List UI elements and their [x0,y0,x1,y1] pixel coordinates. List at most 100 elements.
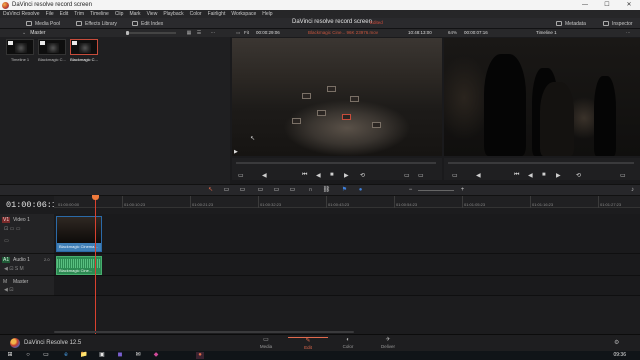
menu-workspace[interactable]: Workspace [231,11,256,17]
replace-clip-icon[interactable]: ▭ [288,187,297,194]
marker-icon[interactable]: ● [356,187,365,194]
settings-gear-icon[interactable]: ⚙ [614,339,619,346]
fullscreen-icon[interactable]: ▭ [620,172,626,179]
menu-trim[interactable]: Trim [74,11,84,17]
page-deliver-tab[interactable]: ✈ Deliver [368,337,408,349]
folder-chevron-icon[interactable]: ⌄ [22,30,26,36]
flag-icon[interactable]: ⚑ [340,187,349,194]
menu-view[interactable]: View [147,11,158,17]
mark-out-icon[interactable]: ▭ [418,172,424,179]
viewer-mode-icon[interactable]: ▭ [238,172,244,179]
viewer-options-icon[interactable]: ▭ [236,30,240,36]
jog-left-button[interactable]: ⏮ [302,172,307,179]
audio-icon[interactable]: ◀ [476,172,481,179]
zoom-in-icon[interactable]: + [458,187,467,194]
zoom-level[interactable]: 64% [448,30,457,35]
viewer-menu-icon[interactable]: ⋯ [626,30,631,36]
insert-clip-icon[interactable]: ▭ [256,187,265,194]
start-button-icon[interactable]: ⊞ [6,352,14,359]
media-pool-button[interactable]: Media Pool [26,19,60,28]
page-edit-tab[interactable]: ✎ Edit [288,337,328,350]
timeline-scrollbar[interactable] [54,331,354,333]
search-icon[interactable]: ○ [24,352,32,359]
premiere-icon[interactable]: ◼ [116,352,124,359]
timeline-jog-left-button[interactable]: ⏮ [514,172,519,179]
playhead[interactable] [92,195,99,334]
trim-tool-icon[interactable]: ▭ [222,187,231,194]
overwrite-clip-icon[interactable]: ▭ [272,187,281,194]
master-mute-icon[interactable]: ◀ ⊡ [4,287,13,293]
timeline-zoom-slider[interactable] [418,190,454,191]
zoom-out-icon[interactable]: − [406,187,415,194]
menu-clip[interactable]: Clip [115,11,124,17]
master-folder-label[interactable]: Master [30,30,45,36]
source-clip-name[interactable]: Blackmagic Cine... 96K 23976.mov [308,30,378,35]
timeline-name-dropdown[interactable]: Timeline 1 [536,30,557,35]
edge-browser-icon[interactable]: e [62,352,70,359]
timeline-play-button[interactable]: ▶ [556,172,561,179]
video-track-lane[interactable]: Blackmagic Cinema... [54,214,640,254]
inspector-button[interactable]: Inspector [603,19,633,28]
options-icon[interactable]: ⋯ [210,30,216,36]
edit-index-button[interactable]: Edit Index [132,19,163,28]
menu-file[interactable]: File [46,11,54,17]
task-view-icon[interactable]: ▭ [42,352,50,359]
stop-button[interactable]: ■ [330,172,334,178]
menu-edit[interactable]: Edit [60,11,69,17]
track-mute-icon[interactable]: ◀ ⊡ S M [4,266,24,272]
track-lock-icon[interactable]: ⊡ ▭ ▭ [4,226,20,232]
effects-library-button[interactable]: Effects Library [76,19,117,28]
selection-tool-icon[interactable]: ↖ [206,187,215,194]
menu-davinci[interactable]: DaVinci Resolve [3,11,40,17]
metadata-button[interactable]: Metadata [556,19,586,28]
video-track-header[interactable]: V1 Video 1 ⊡ ▭ ▭ ▭ [0,214,54,254]
maximize-button[interactable]: ☐ [596,0,618,10]
media-clip-selected[interactable]: Blackmagic C... [70,39,98,62]
track-id: V1 [2,217,11,223]
master-track-header[interactable]: M Master ◀ ⊡ [0,276,54,296]
timeline-viewer[interactable] [444,38,640,156]
snapping-icon[interactable]: ∩ [306,187,315,194]
timeline-stop-button[interactable]: ■ [542,172,546,178]
thumbnail-size-slider[interactable] [126,31,176,35]
audio-track-lane[interactable]: Blackmagic Cine... [54,254,640,276]
menu-timeline[interactable]: Timeline [90,11,109,17]
source-viewer[interactable]: ↖ ▶ [232,38,442,156]
timeline-scrub-bar[interactable] [448,162,634,164]
music-note-icon[interactable]: ♪ [628,187,637,194]
audio-track-header[interactable]: A1 Audio 1 2.0 ◀ ⊡ S M [0,254,54,276]
viewer-mode-icon[interactable]: ▭ [452,172,458,179]
audio-icon[interactable]: ◀ [262,172,267,179]
track-toggle-icon[interactable]: ▭ [4,238,9,244]
mark-in-icon[interactable]: ▭ [404,172,410,179]
media-clip[interactable]: Blackmagic C... [38,39,66,62]
timeline-ruler[interactable]: 01:00:00:00 01:00:10:23 01:00:21:23 01:0… [54,196,640,208]
loop-button[interactable]: ⟲ [360,172,365,179]
close-button[interactable]: ✕ [618,0,640,10]
menu-mark[interactable]: Mark [129,11,140,17]
list-view-icon[interactable]: ☰ [196,30,202,36]
page-media-tab[interactable]: ▭ Media [246,337,286,349]
fit-dropdown[interactable]: Fit [244,30,249,35]
menu-playback[interactable]: Playback [163,11,183,17]
app-icon[interactable]: ◆ [152,352,160,359]
minimize-button[interactable]: — [574,0,596,10]
page-color-tab[interactable]: ◐ Color [328,337,368,349]
thumbnail-view-icon[interactable]: ▦ [186,30,192,36]
link-icon[interactable]: ⛓ [322,187,331,194]
timeline-loop-button[interactable]: ⟲ [576,172,581,179]
davinci-taskbar-icon[interactable]: ● [196,352,204,359]
blade-tool-icon[interactable]: ▭ [238,187,247,194]
timeline-play-reverse-button[interactable]: ◀ [528,172,533,179]
store-icon[interactable]: ▣ [98,352,106,359]
menu-help[interactable]: Help [262,11,272,17]
file-explorer-icon[interactable]: 📁 [80,352,88,359]
master-track-lane[interactable] [54,276,640,296]
play-reverse-button[interactable]: ◀ [316,172,321,179]
menu-fairlight[interactable]: Fairlight [208,11,226,17]
source-scrub-bar[interactable] [236,162,436,164]
menu-color[interactable]: Color [190,11,202,17]
play-button[interactable]: ▶ [344,172,349,179]
media-clip-timeline[interactable]: Timeline 1 [6,39,34,62]
mail-icon[interactable]: ✉ [134,352,142,359]
